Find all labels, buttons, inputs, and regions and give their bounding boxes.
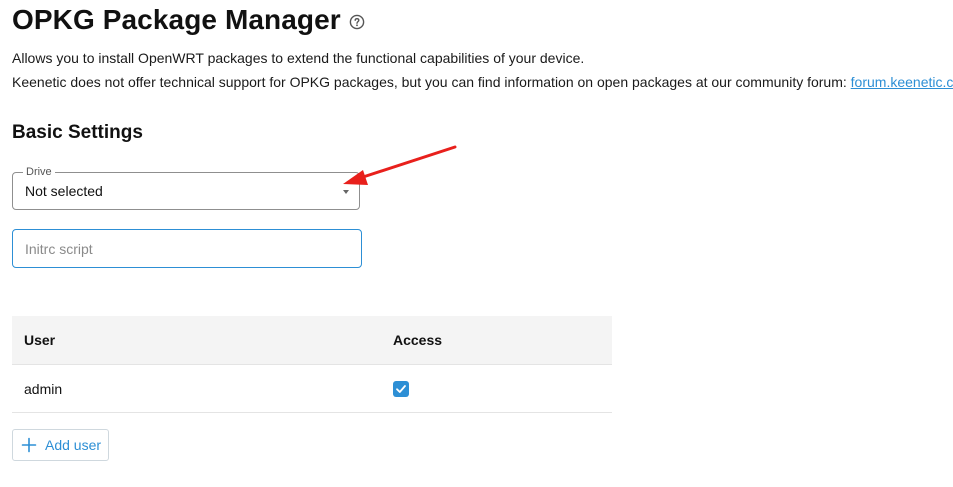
users-table: User Access admin [12,316,612,413]
user-cell: admin [24,380,63,397]
forum-link[interactable]: forum.keenetic.c [851,74,953,90]
drive-label: Drive [23,165,55,179]
add-user-label: Add user [45,437,102,453]
section-title-basic-settings: Basic Settings [12,122,143,143]
access-cell [393,379,612,398]
column-header-access: Access [393,332,443,348]
access-checkbox[interactable] [393,381,409,398]
help-circle-icon[interactable] [349,14,365,30]
chevron-down-icon [343,190,349,194]
description-line-1: Allows you to install OpenWRT packages t… [12,50,585,66]
check-icon [396,385,406,394]
description-line-2: Keenetic does not offer technical suppor… [12,74,953,90]
plus-icon [21,437,37,453]
title-row: OPKG Package Manager [12,4,365,36]
table-header: User Access [12,316,612,365]
add-user-button[interactable]: Add user [12,429,109,461]
drive-selected-value: Not selected [25,183,103,199]
initrc-script-input[interactable] [12,229,362,268]
page-title: OPKG Package Manager [12,4,341,35]
page: OPKG Package Manager Allows you to insta… [0,0,953,487]
column-header-user: User [24,332,56,348]
drive-select[interactable]: Drive Not selected [12,165,360,210]
table-row: admin [12,365,612,413]
description-line-2-text: Keenetic does not offer technical suppor… [12,74,851,90]
